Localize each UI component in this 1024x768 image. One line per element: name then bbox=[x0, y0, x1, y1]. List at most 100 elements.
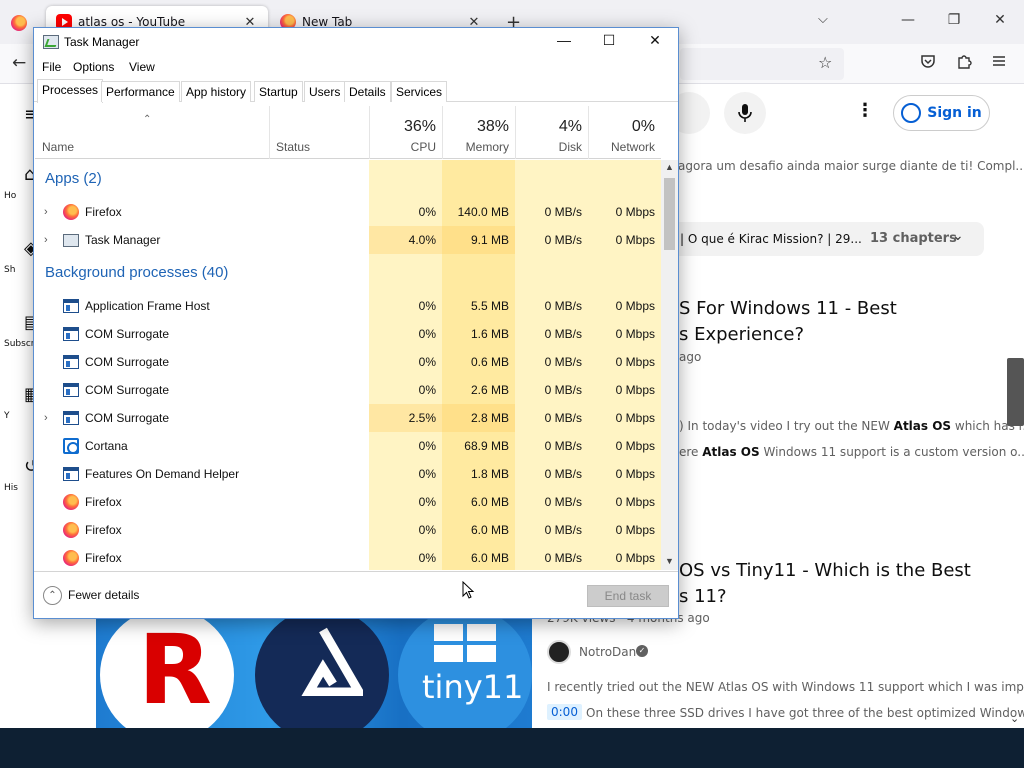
video-title[interactable]: OS vs Tiny11 - Which is the Best bbox=[679, 560, 971, 581]
video-thumbnail[interactable]: R tiny11 bbox=[96, 618, 532, 728]
settings-kebab-icon[interactable]: ⋮ bbox=[856, 100, 874, 121]
cell-cpu: 0% bbox=[418, 327, 436, 341]
channel-avatar[interactable] bbox=[547, 640, 571, 664]
video-title[interactable]: s Experience? bbox=[679, 324, 804, 345]
expand-chevron-icon[interactable]: › bbox=[44, 404, 48, 432]
process-list-scrollbar[interactable]: ▲ ▼ bbox=[661, 160, 678, 570]
back-button[interactable]: ← bbox=[12, 53, 26, 73]
windows-logo-icon bbox=[434, 624, 496, 662]
process-row[interactable]: Firefox 0% 6.0 MB 0 MB/s 0 Mbps bbox=[35, 516, 661, 544]
cell-disk: 0 MB/s bbox=[544, 439, 582, 453]
chapter-timestamp[interactable]: 0:00 bbox=[547, 704, 582, 720]
scroll-down-icon[interactable]: ▼ bbox=[665, 556, 674, 566]
video-snippet: agora um desafio ainda maior surge diant… bbox=[678, 159, 1024, 173]
menu-icon[interactable] bbox=[992, 53, 1006, 72]
video-title[interactable]: S For Windows 11 - Best bbox=[679, 298, 897, 319]
scrollbar-thumb[interactable] bbox=[664, 178, 675, 250]
user-icon bbox=[901, 103, 922, 123]
scroll-up-icon[interactable]: ▲ bbox=[665, 162, 674, 172]
cell-net: 0 Mbps bbox=[615, 523, 655, 537]
column-network[interactable]: 0% Network bbox=[588, 106, 661, 159]
group-header[interactable]: Apps (2) bbox=[35, 160, 661, 198]
column-memory[interactable]: 38% Memory bbox=[442, 106, 515, 159]
firefox-logo-icon[interactable] bbox=[11, 15, 27, 31]
process-row[interactable]: COM Surrogate 0% 0.6 MB 0 MB/s 0 Mbps bbox=[35, 348, 661, 376]
list-all-tabs-icon[interactable]: ⌵ bbox=[818, 12, 828, 27]
end-task-button[interactable]: End task bbox=[587, 585, 669, 607]
video-title[interactable]: s 11? bbox=[679, 586, 727, 607]
scroll-down-icon[interactable]: ⌄ bbox=[1010, 712, 1019, 725]
sign-in-button[interactable]: Sign in bbox=[893, 95, 990, 131]
chapter-description: On these three SSD drives I have got thr… bbox=[586, 706, 1024, 720]
voice-search-button[interactable] bbox=[724, 92, 766, 134]
group-header[interactable]: Background processes (40) bbox=[35, 254, 661, 292]
cell-name: Application Frame Host bbox=[85, 299, 210, 313]
menu-options[interactable]: Options bbox=[73, 60, 114, 74]
process-row[interactable]: › COM Surrogate 2.5% 2.8 MB 0 MB/s 0 Mbps bbox=[35, 404, 661, 432]
page-scrollbar-thumb[interactable] bbox=[1007, 358, 1024, 426]
cell-disk: 0 MB/s bbox=[544, 205, 582, 219]
chapters-bar[interactable]: | O que é Kirac Mission? | 29... 13 chap… bbox=[660, 222, 984, 256]
tab-details[interactable]: Details bbox=[344, 81, 391, 102]
process-row[interactable]: Cortana 0% 68.9 MB 0 MB/s 0 Mbps bbox=[35, 432, 661, 460]
bookmark-star-icon[interactable]: ☆ bbox=[818, 53, 832, 72]
video-description: ere Atlas OS Windows 11 support is a cus… bbox=[679, 445, 1024, 459]
menu-view[interactable]: View bbox=[129, 60, 155, 74]
url-bar[interactable]: ☆ bbox=[680, 48, 844, 80]
tab-users[interactable]: Users bbox=[304, 81, 346, 102]
close-button[interactable]: ✕ bbox=[990, 12, 1010, 28]
windows-taskbar bbox=[0, 728, 1024, 768]
tab-app-history[interactable]: App history bbox=[181, 81, 252, 102]
process-row[interactable]: COM Surrogate 0% 2.6 MB 0 MB/s 0 Mbps bbox=[35, 376, 661, 404]
process-row[interactable]: › Task Manager 4.0% 9.1 MB 0 MB/s 0 Mbps bbox=[35, 226, 661, 254]
cell-mem: 5.5 MB bbox=[470, 299, 509, 313]
cell-cpu: 0% bbox=[418, 355, 436, 369]
expand-chevron-icon[interactable]: › bbox=[44, 226, 48, 254]
cell-disk: 0 MB/s bbox=[544, 299, 582, 313]
column-disk[interactable]: 4% Disk bbox=[515, 106, 588, 159]
tab-performance[interactable]: Performance bbox=[101, 81, 180, 102]
column-name[interactable]: ⌃ Name bbox=[35, 106, 269, 159]
cell-name: COM Surrogate bbox=[85, 327, 170, 341]
close-button[interactable]: ✕ bbox=[640, 32, 670, 49]
cell-disk: 0 MB/s bbox=[544, 327, 582, 341]
cell-name: Firefox bbox=[85, 495, 122, 509]
channel-name[interactable]: NotroDan bbox=[579, 645, 636, 659]
process-row[interactable]: Application Frame Host 0% 5.5 MB 0 MB/s 0 Mb… bbox=[35, 292, 661, 320]
tab-startup[interactable]: Startup bbox=[254, 81, 303, 102]
column-cpu[interactable]: 36% CPU bbox=[369, 106, 442, 159]
cell-net: 0 Mbps bbox=[615, 439, 655, 453]
fewer-details-link[interactable]: Fewer details bbox=[68, 588, 139, 602]
video-description: ) In today's video I try out the NEW Atl… bbox=[679, 419, 1024, 433]
task-manager-icon bbox=[63, 234, 79, 247]
video-description: I recently tried out the NEW Atlas OS wi… bbox=[547, 680, 1024, 694]
process-row[interactable]: › Firefox 0% 140.0 MB 0 MB/s 0 Mbps bbox=[35, 198, 661, 226]
expand-chevron-icon[interactable]: › bbox=[44, 198, 48, 226]
cell-disk: 0 MB/s bbox=[544, 523, 582, 537]
minimize-button[interactable]: — bbox=[549, 32, 579, 48]
tab-services[interactable]: Services bbox=[391, 81, 448, 102]
process-row[interactable]: Firefox 0% 6.0 MB 0 MB/s 0 Mbps bbox=[35, 544, 661, 570]
cell-name: Cortana bbox=[85, 439, 128, 453]
extensions-icon[interactable] bbox=[956, 53, 972, 73]
app-window-icon bbox=[63, 327, 79, 341]
cell-disk: 0 MB/s bbox=[544, 355, 582, 369]
maximize-button[interactable]: ☐ bbox=[594, 32, 624, 49]
process-row[interactable]: Features On Demand Helper 0% 1.8 MB 0 MB/s 0… bbox=[35, 460, 661, 488]
cell-disk: 0 MB/s bbox=[544, 411, 582, 425]
task-manager-icon bbox=[43, 35, 59, 49]
process-row[interactable]: COM Surrogate 0% 1.6 MB 0 MB/s 0 Mbps bbox=[35, 320, 661, 348]
chevron-up-icon[interactable]: ⌃ bbox=[43, 586, 62, 605]
pocket-icon[interactable] bbox=[920, 53, 936, 73]
minimize-button[interactable]: — bbox=[898, 12, 918, 28]
cell-cpu: 0% bbox=[418, 467, 436, 481]
menu-file[interactable]: File bbox=[42, 60, 61, 74]
process-row[interactable]: Firefox 0% 6.0 MB 0 MB/s 0 Mbps bbox=[35, 488, 661, 516]
tab-bar: Processes Performance App history Startu… bbox=[34, 79, 678, 103]
restore-button[interactable]: ❐ bbox=[944, 12, 964, 28]
column-status[interactable]: Status bbox=[269, 106, 369, 159]
video-meta: ago bbox=[679, 350, 702, 364]
task-manager-titlebar[interactable]: Task Manager — ☐ ✕ bbox=[34, 28, 678, 57]
tab-processes[interactable]: Processes bbox=[37, 79, 104, 103]
cell-name: Task Manager bbox=[85, 233, 161, 247]
